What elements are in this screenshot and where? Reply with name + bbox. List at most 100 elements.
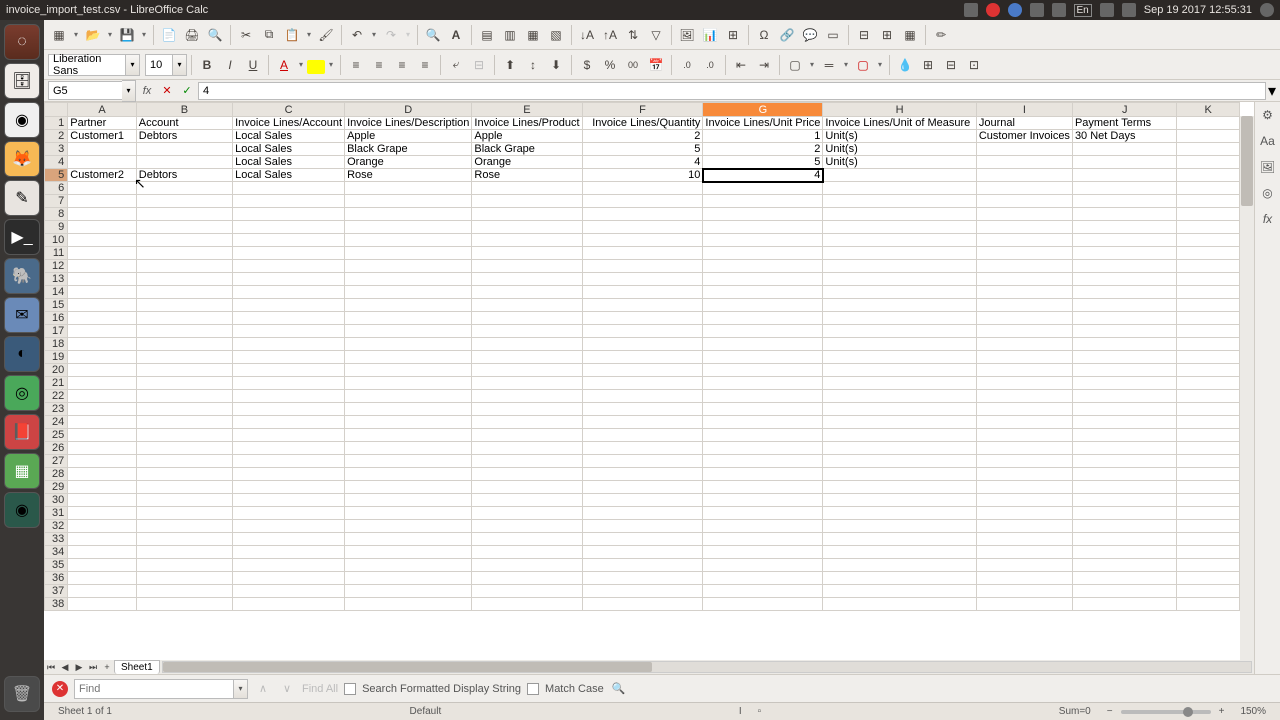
cell[interactable]	[136, 299, 232, 312]
status-insert-mode[interactable]: I	[731, 706, 750, 717]
cell[interactable]	[703, 403, 823, 416]
cell[interactable]	[233, 546, 345, 559]
cell[interactable]	[582, 455, 703, 468]
percent-button[interactable]: %	[599, 54, 621, 76]
cell[interactable]	[703, 585, 823, 598]
status-selection-mode[interactable]: ▫	[750, 706, 770, 717]
row-header[interactable]: 30	[45, 494, 68, 507]
cell[interactable]	[703, 325, 823, 338]
cell[interactable]	[976, 507, 1072, 520]
cell[interactable]	[823, 195, 976, 208]
cell[interactable]	[345, 351, 472, 364]
cell[interactable]	[233, 559, 345, 572]
valign-mid-button[interactable]: ↕	[522, 54, 544, 76]
cell[interactable]: Black Grape	[472, 143, 582, 156]
cell[interactable]	[1072, 585, 1177, 598]
expand-formula-button[interactable]: ▾	[1268, 81, 1276, 100]
cell[interactable]	[1177, 299, 1240, 312]
cell[interactable]	[582, 598, 703, 611]
cell[interactable]	[1177, 455, 1240, 468]
cell[interactable]	[472, 364, 582, 377]
cell[interactable]	[345, 273, 472, 286]
cell[interactable]	[1177, 273, 1240, 286]
cell[interactable]	[472, 494, 582, 507]
cell[interactable]	[136, 468, 232, 481]
cell[interactable]	[582, 481, 703, 494]
cell[interactable]: Unit(s)	[823, 143, 976, 156]
lang-indicator[interactable]: En	[1074, 4, 1092, 17]
cell[interactable]	[582, 585, 703, 598]
cell[interactable]	[136, 598, 232, 611]
cell[interactable]	[582, 546, 703, 559]
cell[interactable]	[823, 585, 976, 598]
cell[interactable]: Payment Terms	[1072, 117, 1177, 130]
cell[interactable]	[233, 377, 345, 390]
open-button[interactable]: 📂	[82, 24, 104, 46]
cell[interactable]	[136, 260, 232, 273]
cell[interactable]	[136, 572, 232, 585]
cell[interactable]	[233, 520, 345, 533]
cell[interactable]	[68, 234, 137, 247]
cell[interactable]	[823, 429, 976, 442]
cell[interactable]	[823, 481, 976, 494]
cell[interactable]	[823, 221, 976, 234]
cell[interactable]	[582, 520, 703, 533]
cell[interactable]	[823, 390, 976, 403]
cell[interactable]	[582, 377, 703, 390]
inc-indent-button[interactable]: ⇥	[753, 54, 775, 76]
cell[interactable]	[472, 416, 582, 429]
new-doc-menu[interactable]: ▾	[71, 30, 81, 39]
cell[interactable]	[1072, 546, 1177, 559]
cell[interactable]	[345, 481, 472, 494]
col-header[interactable]: A	[68, 103, 137, 117]
border-menu[interactable]: ▾	[807, 60, 817, 69]
cell[interactable]	[1177, 117, 1240, 130]
cell[interactable]	[136, 247, 232, 260]
cell[interactable]	[1177, 351, 1240, 364]
cell[interactable]	[233, 247, 345, 260]
cell[interactable]	[976, 416, 1072, 429]
select-all-corner[interactable]	[45, 103, 68, 117]
cell[interactable]	[136, 208, 232, 221]
cell[interactable]	[582, 442, 703, 455]
row-header[interactable]: 22	[45, 390, 68, 403]
launcher-app2[interactable]: 📕	[4, 414, 40, 450]
cell[interactable]	[1177, 598, 1240, 611]
cell[interactable]: Account	[136, 117, 232, 130]
cell[interactable]: 1	[703, 130, 823, 143]
cell[interactable]	[136, 286, 232, 299]
cell[interactable]	[823, 338, 976, 351]
align-justify-button[interactable]: ≡	[414, 54, 436, 76]
cell[interactable]	[68, 390, 137, 403]
cell[interactable]	[582, 533, 703, 546]
row-header[interactable]: 17	[45, 325, 68, 338]
cell[interactable]	[345, 234, 472, 247]
tab-first-button[interactable]: ⏮	[44, 660, 58, 674]
cell[interactable]	[233, 273, 345, 286]
cell[interactable]	[68, 377, 137, 390]
cell[interactable]	[136, 325, 232, 338]
cell[interactable]	[823, 286, 976, 299]
cell[interactable]	[472, 299, 582, 312]
cell[interactable]	[1072, 468, 1177, 481]
find-formatted-checkbox[interactable]	[344, 683, 356, 695]
clock[interactable]: Sep 19 2017 12:55:31	[1144, 4, 1252, 16]
cell[interactable]	[976, 559, 1072, 572]
cell[interactable]	[68, 273, 137, 286]
print-preview-button[interactable]: 🔍	[204, 24, 226, 46]
cell[interactable]	[345, 546, 472, 559]
border-style-menu[interactable]: ▾	[841, 60, 851, 69]
cell[interactable]	[1072, 520, 1177, 533]
cell[interactable]	[703, 221, 823, 234]
highlight-menu[interactable]: ▾	[326, 60, 336, 69]
cell[interactable]	[68, 182, 137, 195]
row-header[interactable]: 34	[45, 546, 68, 559]
row-header[interactable]: 29	[45, 481, 68, 494]
cell[interactable]	[582, 429, 703, 442]
cell-reference-input[interactable]	[48, 81, 122, 100]
save-button[interactable]: 💾	[116, 24, 138, 46]
cell[interactable]	[582, 260, 703, 273]
delete-col-button[interactable]: ▧	[545, 24, 567, 46]
cell[interactable]	[1072, 299, 1177, 312]
cell[interactable]	[472, 468, 582, 481]
